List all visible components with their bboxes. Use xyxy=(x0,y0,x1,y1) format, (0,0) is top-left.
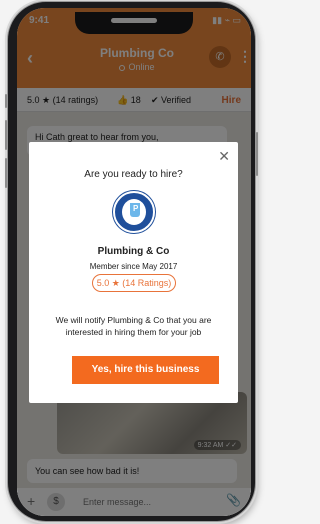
rating-badge: 5.0 ★ (14 Ratings) xyxy=(92,274,176,292)
side-button-left-3 xyxy=(5,158,7,188)
member-since: Member since May 2017 xyxy=(89,262,178,271)
modal-question: Are you ready to hire? xyxy=(84,169,183,180)
hire-business-button[interactable]: Yes, hire this business xyxy=(72,356,219,384)
logo-cup: P xyxy=(130,203,140,217)
logo-letter: P xyxy=(133,204,139,213)
logo-inner: P xyxy=(122,199,146,225)
business-logo-icon: P xyxy=(113,191,155,233)
business-name: Plumbing & Co xyxy=(97,246,170,257)
side-button-right xyxy=(256,132,258,176)
notify-text: We will notify Plumbing & Co that you ar… xyxy=(55,315,212,337)
side-button-left-1 xyxy=(5,94,7,108)
screen: 9:41 ▮▮ ⌁ ▭ ‹ Plumbing Co Online ✆ ⋮ 5.0… xyxy=(17,8,251,516)
side-button-left-2 xyxy=(5,120,7,150)
close-icon[interactable]: ✕ xyxy=(218,148,230,165)
hire-modal: ✕ Are you ready to hire? P Plumbing & Co… xyxy=(29,142,238,403)
